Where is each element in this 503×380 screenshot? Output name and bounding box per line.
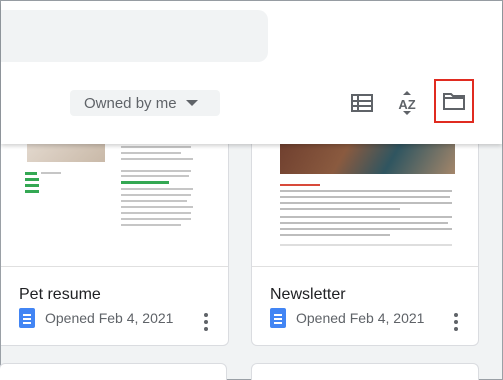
sort-button[interactable]: AZ bbox=[391, 87, 423, 119]
file-info: Pet resume Opened Feb 4, 2021 bbox=[1, 268, 228, 345]
svg-text:AZ: AZ bbox=[398, 97, 415, 112]
folder-button[interactable] bbox=[434, 79, 474, 123]
file-opened-date: Opened Feb 4, 2021 bbox=[296, 310, 425, 326]
folder-icon bbox=[443, 93, 465, 110]
search-bar[interactable] bbox=[1, 10, 268, 62]
file-card-partial[interactable] bbox=[251, 363, 479, 380]
file-title: Pet resume bbox=[19, 286, 101, 303]
drive-header: Owned by me AZ bbox=[1, 1, 502, 144]
owned-by-me-label: Owned by me bbox=[84, 94, 177, 112]
file-info: Newsletter Opened Feb 4, 2021 bbox=[252, 268, 478, 345]
file-meta: Opened Feb 4, 2021 bbox=[270, 308, 424, 328]
file-meta: Opened Feb 4, 2021 bbox=[19, 308, 173, 328]
sort-az-icon: AZ bbox=[398, 91, 416, 115]
list-view-icon bbox=[351, 94, 373, 112]
list-view-button[interactable] bbox=[346, 87, 378, 119]
file-opened-date: Opened Feb 4, 2021 bbox=[45, 310, 174, 326]
file-title: Newsletter bbox=[270, 286, 346, 303]
file-card-partial[interactable] bbox=[0, 363, 227, 380]
file-card-newsletter[interactable]: Newsletter Opened Feb 4, 2021 bbox=[251, 121, 479, 346]
file-card-pet-resume[interactable]: Pet resume Opened Feb 4, 2021 bbox=[1, 121, 229, 346]
docs-icon bbox=[19, 308, 35, 328]
owned-by-me-filter[interactable]: Owned by me bbox=[70, 90, 220, 116]
more-options-button[interactable] bbox=[204, 313, 208, 331]
more-options-button[interactable] bbox=[454, 313, 458, 331]
docs-icon bbox=[270, 308, 286, 328]
dropdown-caret-icon bbox=[185, 100, 198, 106]
